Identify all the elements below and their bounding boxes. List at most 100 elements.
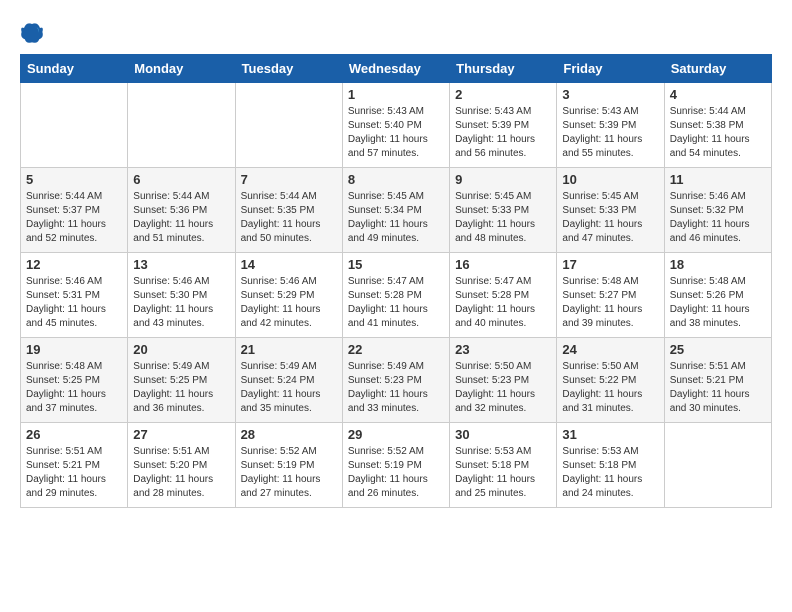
calendar-cell: 11Sunrise: 5:46 AM Sunset: 5:32 PM Dayli… — [664, 168, 771, 253]
logo — [20, 20, 48, 44]
day-number: 21 — [241, 342, 337, 357]
calendar-cell: 25Sunrise: 5:51 AM Sunset: 5:21 PM Dayli… — [664, 338, 771, 423]
day-number: 8 — [348, 172, 444, 187]
cell-info: Sunrise: 5:49 AM Sunset: 5:23 PM Dayligh… — [348, 360, 444, 416]
calendar-cell: 13 Sunrise: 5:46 AM Sunset: 5:30 PM Dayli… — [128, 253, 235, 338]
cell-info: Sunrise: 5:52 AM Sunset: 5:19 PM Dayligh… — [348, 445, 444, 501]
cell-info: Sunrise: 5:45 AM Sunset: 5:33 PM Dayligh… — [455, 190, 551, 246]
week-row-3: 12 Sunrise: 5:46 AM Sunset: 5:31 PM Dayli… — [21, 253, 772, 338]
day-number: 26 — [26, 427, 122, 442]
day-number: 13 — [133, 257, 229, 272]
calendar-cell: 23 Sunrise: 5:50 AM Sunset: 5:23 PM Dayli… — [450, 338, 557, 423]
calendar-cell: 4 Sunrise: 5:44 AM Sunset: 5:38 PM Daylig… — [664, 83, 771, 168]
cell-info: Sunrise: 5:48 AM Sunset: 5:26 PM Dayligh… — [670, 275, 766, 331]
cell-info: Sunrise: 5:44 AM Sunset: 5:38 PM Dayligh… — [670, 105, 766, 161]
calendar-cell — [21, 83, 128, 168]
cell-info: Sunrise: 5:44 AM Sunset: 5:37 PM Dayligh… — [26, 190, 122, 246]
cell-info: Sunrise: 5:48 AM Sunset: 5:25 PM Dayligh… — [26, 360, 122, 416]
day-number: 7 — [241, 172, 337, 187]
calendar-cell: 30Sunrise: 5:53 AM Sunset: 5:18 PM Dayli… — [450, 423, 557, 508]
cell-info: Sunrise: 5:51 AM Sunset: 5:20 PM Dayligh… — [133, 445, 229, 501]
day-number: 24 — [562, 342, 658, 357]
logo-icon — [20, 20, 44, 44]
day-number: 5 — [26, 172, 122, 187]
cell-info: Sunrise: 5:51 AM Sunset: 5:21 PM Dayligh… — [26, 445, 122, 501]
cell-info: Sunrise: 5:52 AM Sunset: 5:19 PM Dayligh… — [241, 445, 337, 501]
cell-info: Sunrise: 5:46 AM Sunset: 5:32 PM Dayligh… — [670, 190, 766, 246]
calendar-cell: 15 Sunrise: 5:47 AM Sunset: 5:28 PM Dayli… — [342, 253, 449, 338]
calendar-cell: 26 Sunrise: 5:51 AM Sunset: 5:21 PM Dayli… — [21, 423, 128, 508]
cell-info: Sunrise: 5:44 AM Sunset: 5:35 PM Dayligh… — [241, 190, 337, 246]
day-header-friday: Friday — [557, 55, 664, 83]
cell-info: Sunrise: 5:50 AM Sunset: 5:22 PM Dayligh… — [562, 360, 658, 416]
calendar-cell: 17 Sunrise: 5:48 AM Sunset: 5:27 PM Dayli… — [557, 253, 664, 338]
calendar-cell: 16Sunrise: 5:47 AM Sunset: 5:28 PM Dayli… — [450, 253, 557, 338]
day-number: 14 — [241, 257, 337, 272]
calendar-cell: 28 Sunrise: 5:52 AM Sunset: 5:19 PM Dayli… — [235, 423, 342, 508]
calendar-cell: 7 Sunrise: 5:44 AM Sunset: 5:35 PM Daylig… — [235, 168, 342, 253]
calendar-cell: 2 Sunrise: 5:43 AM Sunset: 5:39 PM Daylig… — [450, 83, 557, 168]
week-row-4: 19 Sunrise: 5:48 AM Sunset: 5:25 PM Dayli… — [21, 338, 772, 423]
calendar-cell: 24 Sunrise: 5:50 AM Sunset: 5:22 PM Dayli… — [557, 338, 664, 423]
calendar-cell: 27 Sunrise: 5:51 AM Sunset: 5:20 PM Dayli… — [128, 423, 235, 508]
cell-info: Sunrise: 5:46 AM Sunset: 5:29 PM Dayligh… — [241, 275, 337, 331]
day-number: 20 — [133, 342, 229, 357]
calendar-cell: 19 Sunrise: 5:48 AM Sunset: 5:25 PM Dayli… — [21, 338, 128, 423]
day-header-monday: Monday — [128, 55, 235, 83]
day-number: 15 — [348, 257, 444, 272]
day-number: 9 — [455, 172, 551, 187]
week-row-2: 5 Sunrise: 5:44 AM Sunset: 5:37 PM Daylig… — [21, 168, 772, 253]
calendar-cell: 29 Sunrise: 5:52 AM Sunset: 5:19 PM Dayli… — [342, 423, 449, 508]
day-header-thursday: Thursday — [450, 55, 557, 83]
day-number: 22 — [348, 342, 444, 357]
header — [20, 20, 772, 44]
day-number: 4 — [670, 87, 766, 102]
calendar-cell — [235, 83, 342, 168]
cell-info: Sunrise: 5:48 AM Sunset: 5:27 PM Dayligh… — [562, 275, 658, 331]
day-number: 1 — [348, 87, 444, 102]
cell-info: Sunrise: 5:50 AM Sunset: 5:23 PM Dayligh… — [455, 360, 551, 416]
week-row-5: 26 Sunrise: 5:51 AM Sunset: 5:21 PM Dayli… — [21, 423, 772, 508]
calendar-cell: 20 Sunrise: 5:49 AM Sunset: 5:25 PM Dayli… — [128, 338, 235, 423]
day-number: 17 — [562, 257, 658, 272]
day-number: 12 — [26, 257, 122, 272]
calendar-table: SundayMondayTuesdayWednesdayThursdayFrid… — [20, 54, 772, 508]
calendar-cell: 22 Sunrise: 5:49 AM Sunset: 5:23 PM Dayli… — [342, 338, 449, 423]
cell-info: Sunrise: 5:53 AM Sunset: 5:18 PM Dayligh… — [455, 445, 551, 501]
day-number: 25 — [670, 342, 766, 357]
calendar-cell: 5 Sunrise: 5:44 AM Sunset: 5:37 PM Daylig… — [21, 168, 128, 253]
day-number: 3 — [562, 87, 658, 102]
day-header-saturday: Saturday — [664, 55, 771, 83]
cell-info: Sunrise: 5:43 AM Sunset: 5:39 PM Dayligh… — [562, 105, 658, 161]
cell-info: Sunrise: 5:46 AM Sunset: 5:31 PM Dayligh… — [26, 275, 122, 331]
cell-info: Sunrise: 5:43 AM Sunset: 5:40 PM Dayligh… — [348, 105, 444, 161]
day-number: 27 — [133, 427, 229, 442]
cell-info: Sunrise: 5:47 AM Sunset: 5:28 PM Dayligh… — [348, 275, 444, 331]
calendar-cell: 3 Sunrise: 5:43 AM Sunset: 5:39 PM Daylig… — [557, 83, 664, 168]
cell-info: Sunrise: 5:44 AM Sunset: 5:36 PM Dayligh… — [133, 190, 229, 246]
cell-info: Sunrise: 5:49 AM Sunset: 5:25 PM Dayligh… — [133, 360, 229, 416]
cell-info: Sunrise: 5:43 AM Sunset: 5:39 PM Dayligh… — [455, 105, 551, 161]
day-number: 23 — [455, 342, 551, 357]
cell-info: Sunrise: 5:46 AM Sunset: 5:30 PM Dayligh… — [133, 275, 229, 331]
day-number: 29 — [348, 427, 444, 442]
day-number: 28 — [241, 427, 337, 442]
day-number: 6 — [133, 172, 229, 187]
day-number: 19 — [26, 342, 122, 357]
cell-info: Sunrise: 5:49 AM Sunset: 5:24 PM Dayligh… — [241, 360, 337, 416]
day-number: 16 — [455, 257, 551, 272]
cell-info: Sunrise: 5:45 AM Sunset: 5:33 PM Dayligh… — [562, 190, 658, 246]
day-number: 2 — [455, 87, 551, 102]
calendar-cell: 6 Sunrise: 5:44 AM Sunset: 5:36 PM Daylig… — [128, 168, 235, 253]
calendar-cell: 14 Sunrise: 5:46 AM Sunset: 5:29 PM Dayli… — [235, 253, 342, 338]
day-header-wednesday: Wednesday — [342, 55, 449, 83]
calendar-cell: 10Sunrise: 5:45 AM Sunset: 5:33 PM Dayli… — [557, 168, 664, 253]
cell-info: Sunrise: 5:53 AM Sunset: 5:18 PM Dayligh… — [562, 445, 658, 501]
calendar-cell: 8Sunrise: 5:45 AM Sunset: 5:34 PM Daylig… — [342, 168, 449, 253]
week-row-1: 1 Sunrise: 5:43 AM Sunset: 5:40 PM Daylig… — [21, 83, 772, 168]
calendar-cell: 9 Sunrise: 5:45 AM Sunset: 5:33 PM Daylig… — [450, 168, 557, 253]
day-number: 18 — [670, 257, 766, 272]
calendar-cell: 1 Sunrise: 5:43 AM Sunset: 5:40 PM Daylig… — [342, 83, 449, 168]
calendar-cell: 21 Sunrise: 5:49 AM Sunset: 5:24 PM Dayli… — [235, 338, 342, 423]
calendar-cell — [664, 423, 771, 508]
